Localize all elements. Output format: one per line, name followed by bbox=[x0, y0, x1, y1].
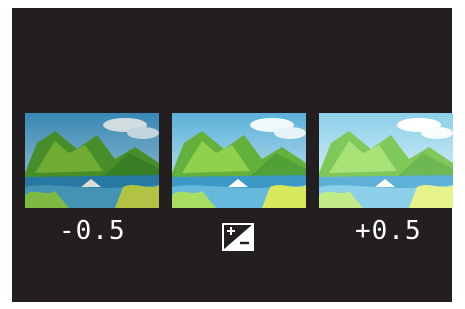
landscape-image bbox=[172, 113, 306, 208]
exposure-compensation-icon bbox=[222, 223, 254, 251]
preview-thumbnail-minus bbox=[25, 113, 159, 208]
preview-thumbnail-plus bbox=[319, 113, 453, 208]
preview-thumbnail-zero bbox=[172, 113, 306, 208]
exposure-plus-label: +0.5 bbox=[355, 216, 422, 246]
exposure-minus-label: -0.5 bbox=[59, 216, 126, 246]
landscape-image bbox=[25, 113, 159, 208]
camera-screen: -0.5 +0.5 bbox=[12, 8, 453, 302]
landscape-image bbox=[319, 113, 453, 208]
